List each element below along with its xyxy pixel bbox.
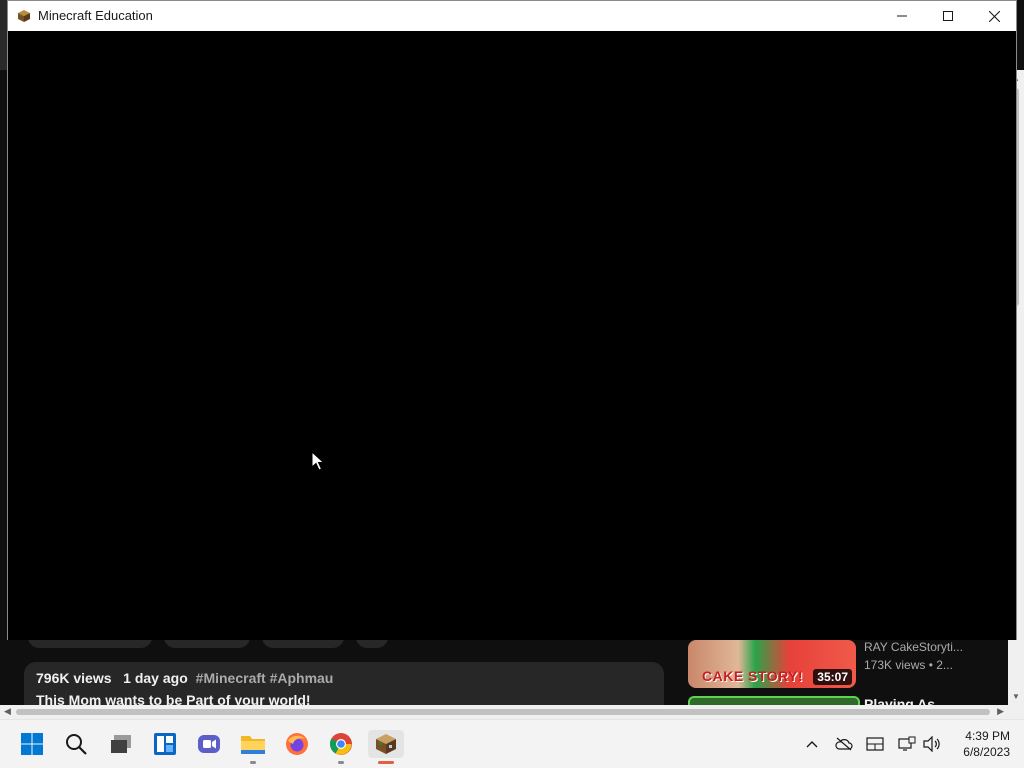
firefox-icon: [286, 733, 308, 755]
minimize-button[interactable]: [879, 1, 925, 31]
volume-tray-button[interactable]: [922, 734, 942, 754]
folder-icon: [241, 736, 265, 754]
close-icon: [988, 10, 1000, 22]
keyboard-icon: [866, 737, 884, 751]
search-icon: [66, 734, 87, 755]
view-count: 796K views: [36, 670, 112, 686]
minecraft-icon: [376, 734, 396, 754]
hashtags[interactable]: #Minecraft #Aphmau: [196, 670, 334, 686]
open-app-indicator: [338, 761, 344, 764]
minimize-icon: [897, 15, 907, 17]
action-chip[interactable]: [28, 640, 152, 648]
minecraft-education-button[interactable]: [368, 730, 404, 764]
active-app-indicator: [378, 761, 394, 764]
upload-age: 1 day ago: [123, 670, 188, 686]
task-view-button[interactable]: [107, 730, 135, 758]
thumbnail-text: CAKE STORY!: [702, 668, 804, 684]
teams-icon: [198, 735, 220, 753]
clock-time: 4:39 PM: [965, 729, 1010, 743]
cloud-offline-icon: [835, 737, 853, 751]
video-duration: 35:07: [813, 669, 852, 685]
recommended-video-title[interactable]: Playing As...: [864, 696, 947, 705]
recommended-age: • 2...: [928, 658, 953, 672]
scroll-right-arrow-icon[interactable]: ▶: [997, 706, 1004, 717]
system-clock[interactable]: 4:39 PM 6/8/2023: [948, 728, 1010, 760]
video-description-box[interactable]: 796K views 1 day ago #Minecraft #Aphmau …: [24, 662, 664, 705]
horizontal-scroll-thumb[interactable]: [16, 709, 990, 715]
recommended-video-thumbnail[interactable]: [688, 696, 860, 705]
recommended-video-stats: 173K views • 2...: [864, 658, 953, 672]
windows-logo-icon: [21, 733, 43, 755]
video-description-text: This Mom wants to be Part of your world!: [36, 692, 311, 705]
start-button[interactable]: [18, 730, 46, 758]
show-hidden-icons-button[interactable]: [802, 734, 822, 754]
scroll-down-arrow-icon[interactable]: ▼: [1012, 692, 1020, 701]
recommended-channel-name[interactable]: RAY CakeStoryti...: [864, 640, 963, 654]
volume-icon: [923, 736, 940, 752]
onedrive-tray-button[interactable]: [834, 734, 854, 754]
recommended-video-thumbnail[interactable]: CAKE STORY! 35:07: [688, 640, 856, 688]
close-button[interactable]: [971, 1, 1017, 31]
widgets-button[interactable]: [151, 730, 179, 758]
search-button[interactable]: [62, 730, 90, 758]
chrome-icon: [330, 733, 352, 755]
chevron-up-icon: [806, 741, 818, 748]
action-chip[interactable]: [164, 640, 250, 648]
window-titlebar[interactable]: Minecraft Education: [8, 1, 1016, 31]
recommended-views: 173K views: [864, 658, 926, 672]
minecraft-icon: [18, 10, 30, 22]
action-chip-row: [28, 640, 388, 648]
horizontal-scrollbar[interactable]: ◀ ▶: [0, 705, 1008, 719]
network-icon: [898, 736, 916, 751]
action-chip[interactable]: [262, 640, 344, 648]
maximize-icon: [943, 11, 953, 21]
mouse-cursor-icon: [311, 451, 325, 471]
window-title: Minecraft Education: [38, 8, 153, 23]
taskbar: 4:39 PM 6/8/2023: [0, 719, 1024, 768]
game-viewport[interactable]: [8, 31, 1016, 640]
touch-keyboard-button[interactable]: [865, 734, 885, 754]
minecraft-window[interactable]: Minecraft Education: [7, 0, 1017, 640]
network-tray-button[interactable]: [897, 734, 917, 754]
open-app-indicator: [250, 761, 256, 764]
chrome-button[interactable]: [327, 730, 355, 764]
firefox-button[interactable]: [283, 730, 311, 758]
more-actions-chip[interactable]: [356, 640, 388, 648]
file-explorer-button[interactable]: [239, 730, 267, 764]
widgets-icon: [154, 733, 176, 755]
scrollbar-corner: [1008, 705, 1024, 719]
task-view-icon: [111, 735, 131, 753]
maximize-button[interactable]: [925, 1, 971, 31]
scroll-left-arrow-icon[interactable]: ◀: [4, 706, 11, 717]
youtube-page: 796K views 1 day ago #Minecraft #Aphmau …: [0, 640, 1008, 705]
clock-date: 6/8/2023: [963, 745, 1010, 759]
video-meta: 796K views 1 day ago #Minecraft #Aphmau: [36, 670, 333, 686]
teams-button[interactable]: [195, 730, 223, 758]
